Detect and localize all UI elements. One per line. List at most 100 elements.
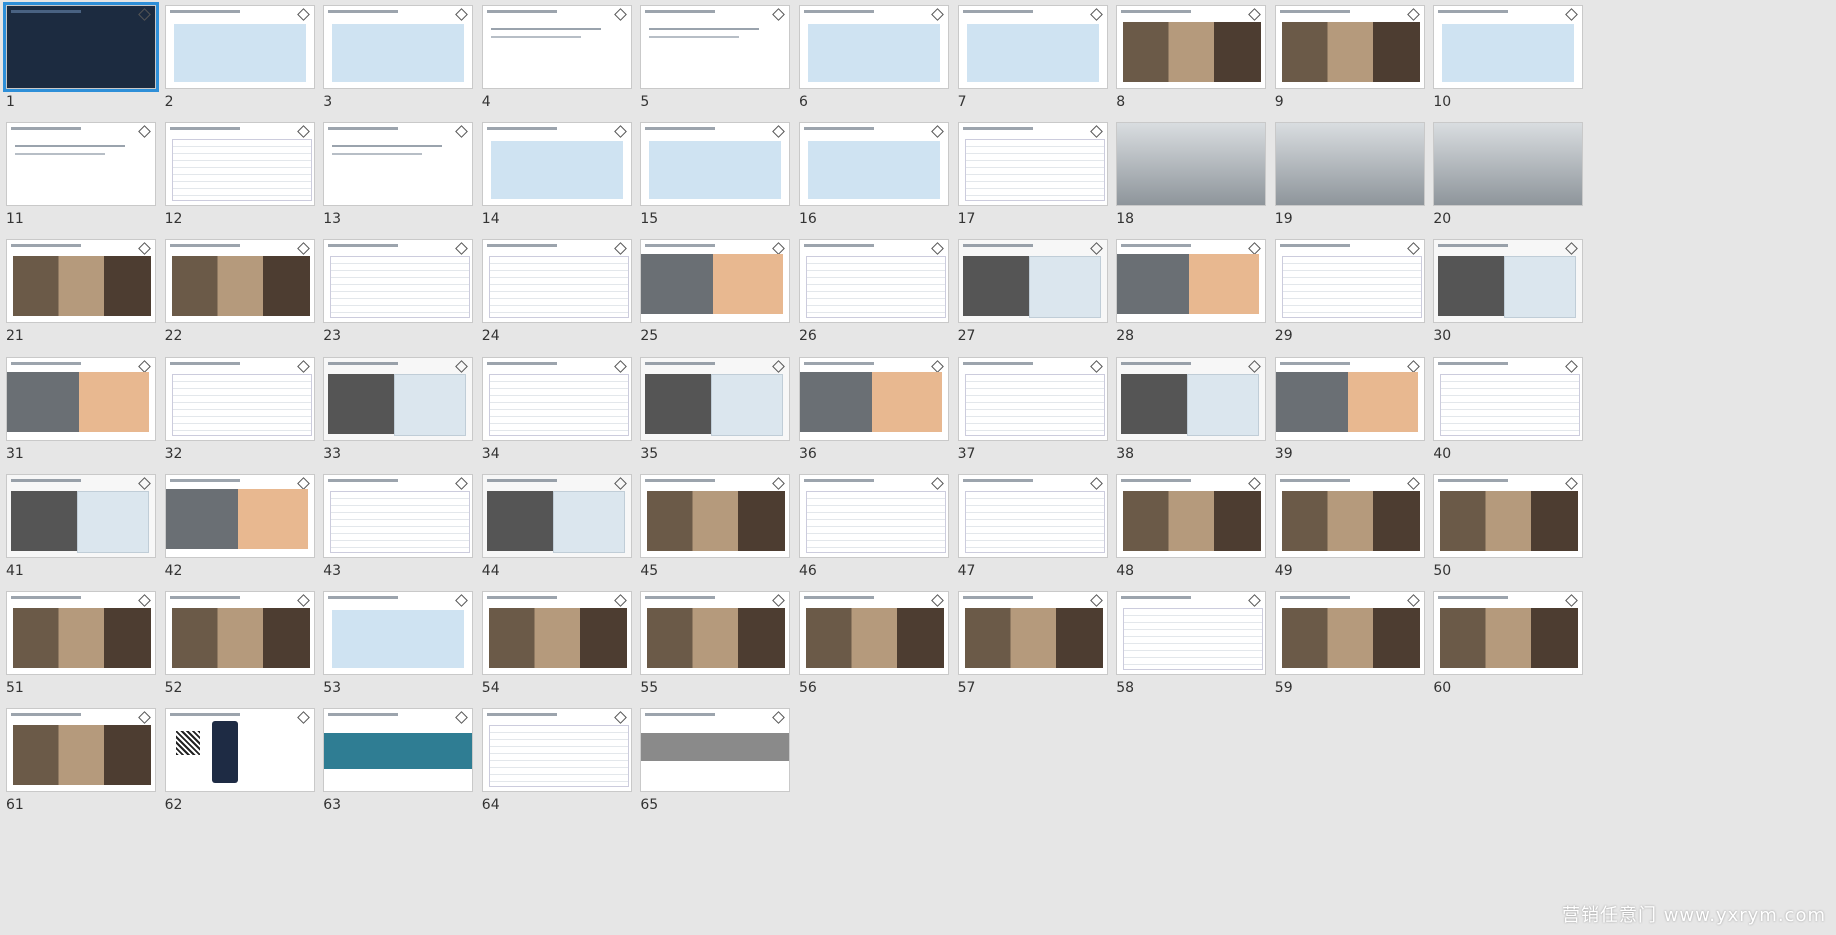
slide-thumbnail[interactable] (799, 591, 949, 675)
slide-number: 48 (1116, 562, 1135, 579)
slide-thumbnail[interactable] (481, 239, 632, 324)
slide-thumbnail[interactable] (323, 356, 474, 441)
slide-header-bar (804, 361, 874, 365)
slide-image (1281, 490, 1420, 551)
brand-logo-icon (931, 8, 944, 21)
slide-thumbnail[interactable] (481, 708, 632, 793)
text-panel (1275, 371, 1348, 432)
slide-thumbnail[interactable] (957, 473, 1108, 558)
slide-thumbnail[interactable] (640, 5, 791, 89)
slide-image (1123, 608, 1264, 670)
slide-thumbnail[interactable] (640, 708, 791, 793)
slide-thumbnail-cell[interactable]: 57 (952, 586, 1136, 723)
slide-header-bar (962, 127, 1033, 131)
slide-thumbnail-cell[interactable]: 59 (1269, 586, 1453, 723)
slide-thumbnail[interactable] (1116, 5, 1267, 89)
slide-thumbnail[interactable] (1274, 591, 1425, 675)
slide-thumbnail-cell[interactable]: 56 (793, 586, 977, 723)
slide-thumbnail[interactable] (164, 708, 315, 793)
slide-thumbnail[interactable] (1433, 473, 1584, 558)
slide-number: 37 (957, 445, 976, 462)
slide-thumbnail[interactable] (799, 473, 949, 558)
slide-thumbnail[interactable] (323, 5, 474, 89)
slide-thumbnail[interactable] (164, 239, 315, 324)
slide-thumbnail-cell[interactable]: 61 (0, 703, 184, 840)
slide-thumbnail[interactable] (1433, 591, 1584, 675)
slide-thumbnail[interactable] (640, 239, 791, 324)
slide-thumbnail[interactable] (1433, 122, 1584, 207)
slide-thumbnail[interactable] (6, 591, 156, 675)
slide-number: 21 (6, 328, 24, 345)
slide-thumbnail[interactable] (1116, 473, 1267, 558)
slide-thumbnail[interactable] (481, 356, 632, 441)
brand-logo-icon (931, 476, 944, 490)
slide-header-bar (962, 244, 1033, 248)
slide-thumbnail[interactable] (957, 122, 1108, 207)
slide-thumbnail[interactable] (1274, 5, 1425, 89)
brand-logo-icon (455, 359, 469, 373)
slide-thumbnail[interactable] (799, 239, 949, 324)
slide-header-bar (1438, 478, 1509, 482)
slide-thumbnail-cell[interactable]: 65 (634, 703, 818, 840)
slide-thumbnail-cell[interactable]: 58 (1110, 586, 1294, 723)
slide-header-bar (328, 478, 399, 482)
slide-thumbnail-cell[interactable]: 64 (476, 703, 660, 840)
slide-thumbnail[interactable] (164, 5, 315, 89)
slide-thumbnail[interactable] (799, 122, 949, 207)
slide-image (13, 608, 151, 668)
slide-thumbnail[interactable] (481, 122, 632, 207)
slide-thumbnail[interactable] (6, 122, 156, 207)
slide-thumbnail[interactable] (1433, 239, 1584, 324)
slide-number: 47 (957, 562, 976, 579)
slide-thumbnail[interactable] (957, 356, 1108, 441)
slide-thumbnail[interactable] (323, 122, 474, 207)
slide-thumbnail[interactable] (6, 239, 156, 324)
slide-header-bar (328, 596, 399, 599)
slide-image (1028, 256, 1101, 319)
slide-thumbnail[interactable] (323, 473, 474, 558)
slide-thumbnail[interactable] (640, 356, 791, 441)
slide-thumbnail[interactable] (481, 5, 632, 89)
slide-thumbnail[interactable] (1274, 473, 1425, 558)
slide-thumbnail[interactable] (1274, 356, 1425, 441)
slide-thumbnail[interactable] (1274, 239, 1425, 324)
slide-thumbnail[interactable] (640, 591, 791, 675)
slide-thumbnail[interactable] (1116, 356, 1267, 441)
slide-thumbnail[interactable] (3, 2, 159, 92)
slide-header-bar (169, 127, 240, 131)
slide-thumbnail-cell[interactable]: 60 (1427, 586, 1611, 723)
slide-thumbnail-cell[interactable]: 62 (159, 703, 343, 840)
slide-thumbnail[interactable] (1116, 239, 1267, 324)
slide-image (808, 24, 940, 82)
brand-logo-icon (455, 242, 469, 256)
slide-thumbnail[interactable] (164, 356, 315, 441)
slide-thumbnail[interactable] (481, 473, 632, 558)
slide-thumbnail[interactable] (799, 5, 949, 89)
slide-thumbnail[interactable] (640, 122, 791, 207)
slide-thumbnail[interactable] (1433, 356, 1584, 441)
slide-thumbnail[interactable] (1116, 122, 1267, 207)
slide-thumbnail[interactable] (323, 591, 474, 675)
slide-thumbnail[interactable] (6, 356, 156, 441)
slide-thumbnail[interactable] (481, 591, 632, 675)
slide-header-bar (962, 478, 1033, 482)
slide-thumbnail-cell[interactable]: 63 (317, 703, 501, 840)
brand-logo-icon (613, 711, 627, 725)
slide-thumbnail[interactable] (957, 239, 1108, 324)
slide-thumbnail[interactable] (323, 239, 474, 324)
slide-thumbnail[interactable] (957, 5, 1108, 89)
slide-thumbnail[interactable] (164, 122, 315, 207)
slide-thumbnail[interactable] (640, 473, 791, 558)
slide-thumbnail[interactable] (957, 591, 1108, 675)
slide-thumbnail[interactable] (799, 356, 949, 441)
slide-thumbnail[interactable] (164, 473, 315, 558)
slide-thumbnail[interactable] (1433, 5, 1584, 89)
slide-thumbnail[interactable] (1274, 122, 1425, 207)
slide-number: 32 (164, 445, 183, 462)
slide-thumbnail[interactable] (1116, 591, 1267, 675)
slide-thumbnail[interactable] (323, 708, 474, 793)
slide-thumbnail[interactable] (6, 708, 156, 793)
slide-thumbnail[interactable] (164, 591, 315, 675)
slide-thumbnail[interactable] (6, 473, 156, 558)
slide-image (237, 488, 308, 549)
